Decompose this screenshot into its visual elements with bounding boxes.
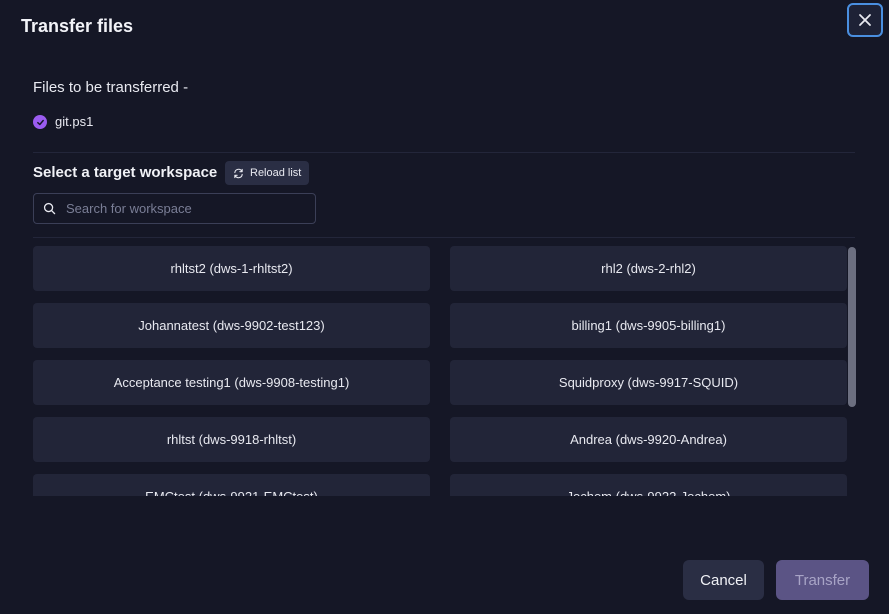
refresh-icon [234,168,243,178]
workspace-tile[interactable]: Johannatest (dws-9902-test123) [33,303,430,348]
close-button[interactable] [847,3,883,37]
workspace-tile[interactable]: EMCtest (dws-9921-EMCtest) [33,474,430,496]
workspace-list-scrollbar[interactable] [848,247,856,407]
workspace-tile[interactable]: Acceptance testing1 (dws-9908-testing1) [33,360,430,405]
workspace-search[interactable] [33,193,316,224]
close-icon [859,14,871,26]
workspace-tile[interactable]: rhltst (dws-9918-rhltst) [33,417,430,462]
workspace-list[interactable]: rhltst2 (dws-1-rhltst2) rhl2 (dws-2-rhl2… [33,246,857,496]
cancel-button[interactable]: Cancel [683,560,764,600]
transfer-button[interactable]: Transfer [776,560,869,600]
divider [33,152,855,153]
workspace-tile[interactable]: Jochem (dws-9922-Jochem) [450,474,847,496]
file-name: git.ps1 [55,114,94,129]
target-workspace-label: Select a target workspace [33,164,218,181]
search-icon [43,202,56,215]
reload-list-label: Reload list [250,167,302,179]
modal-title: Transfer files [21,16,134,36]
workspace-tile[interactable]: rhltst2 (dws-1-rhltst2) [33,246,430,291]
check-circle-icon [33,115,47,129]
search-input[interactable] [66,201,296,216]
reload-list-button[interactable]: Reload list [225,161,310,185]
files-to-transfer-label: Files to be transferred - [33,79,189,96]
workspace-tile[interactable]: rhl2 (dws-2-rhl2) [450,246,847,291]
file-item: git.ps1 [33,113,93,131]
workspace-tile[interactable]: Andrea (dws-9920-Andrea) [450,417,847,462]
workspace-tile[interactable]: billing1 (dws-9905-billing1) [450,303,847,348]
divider [33,237,855,238]
workspace-tile[interactable]: Squidproxy (dws-9917-SQUID) [450,360,847,405]
